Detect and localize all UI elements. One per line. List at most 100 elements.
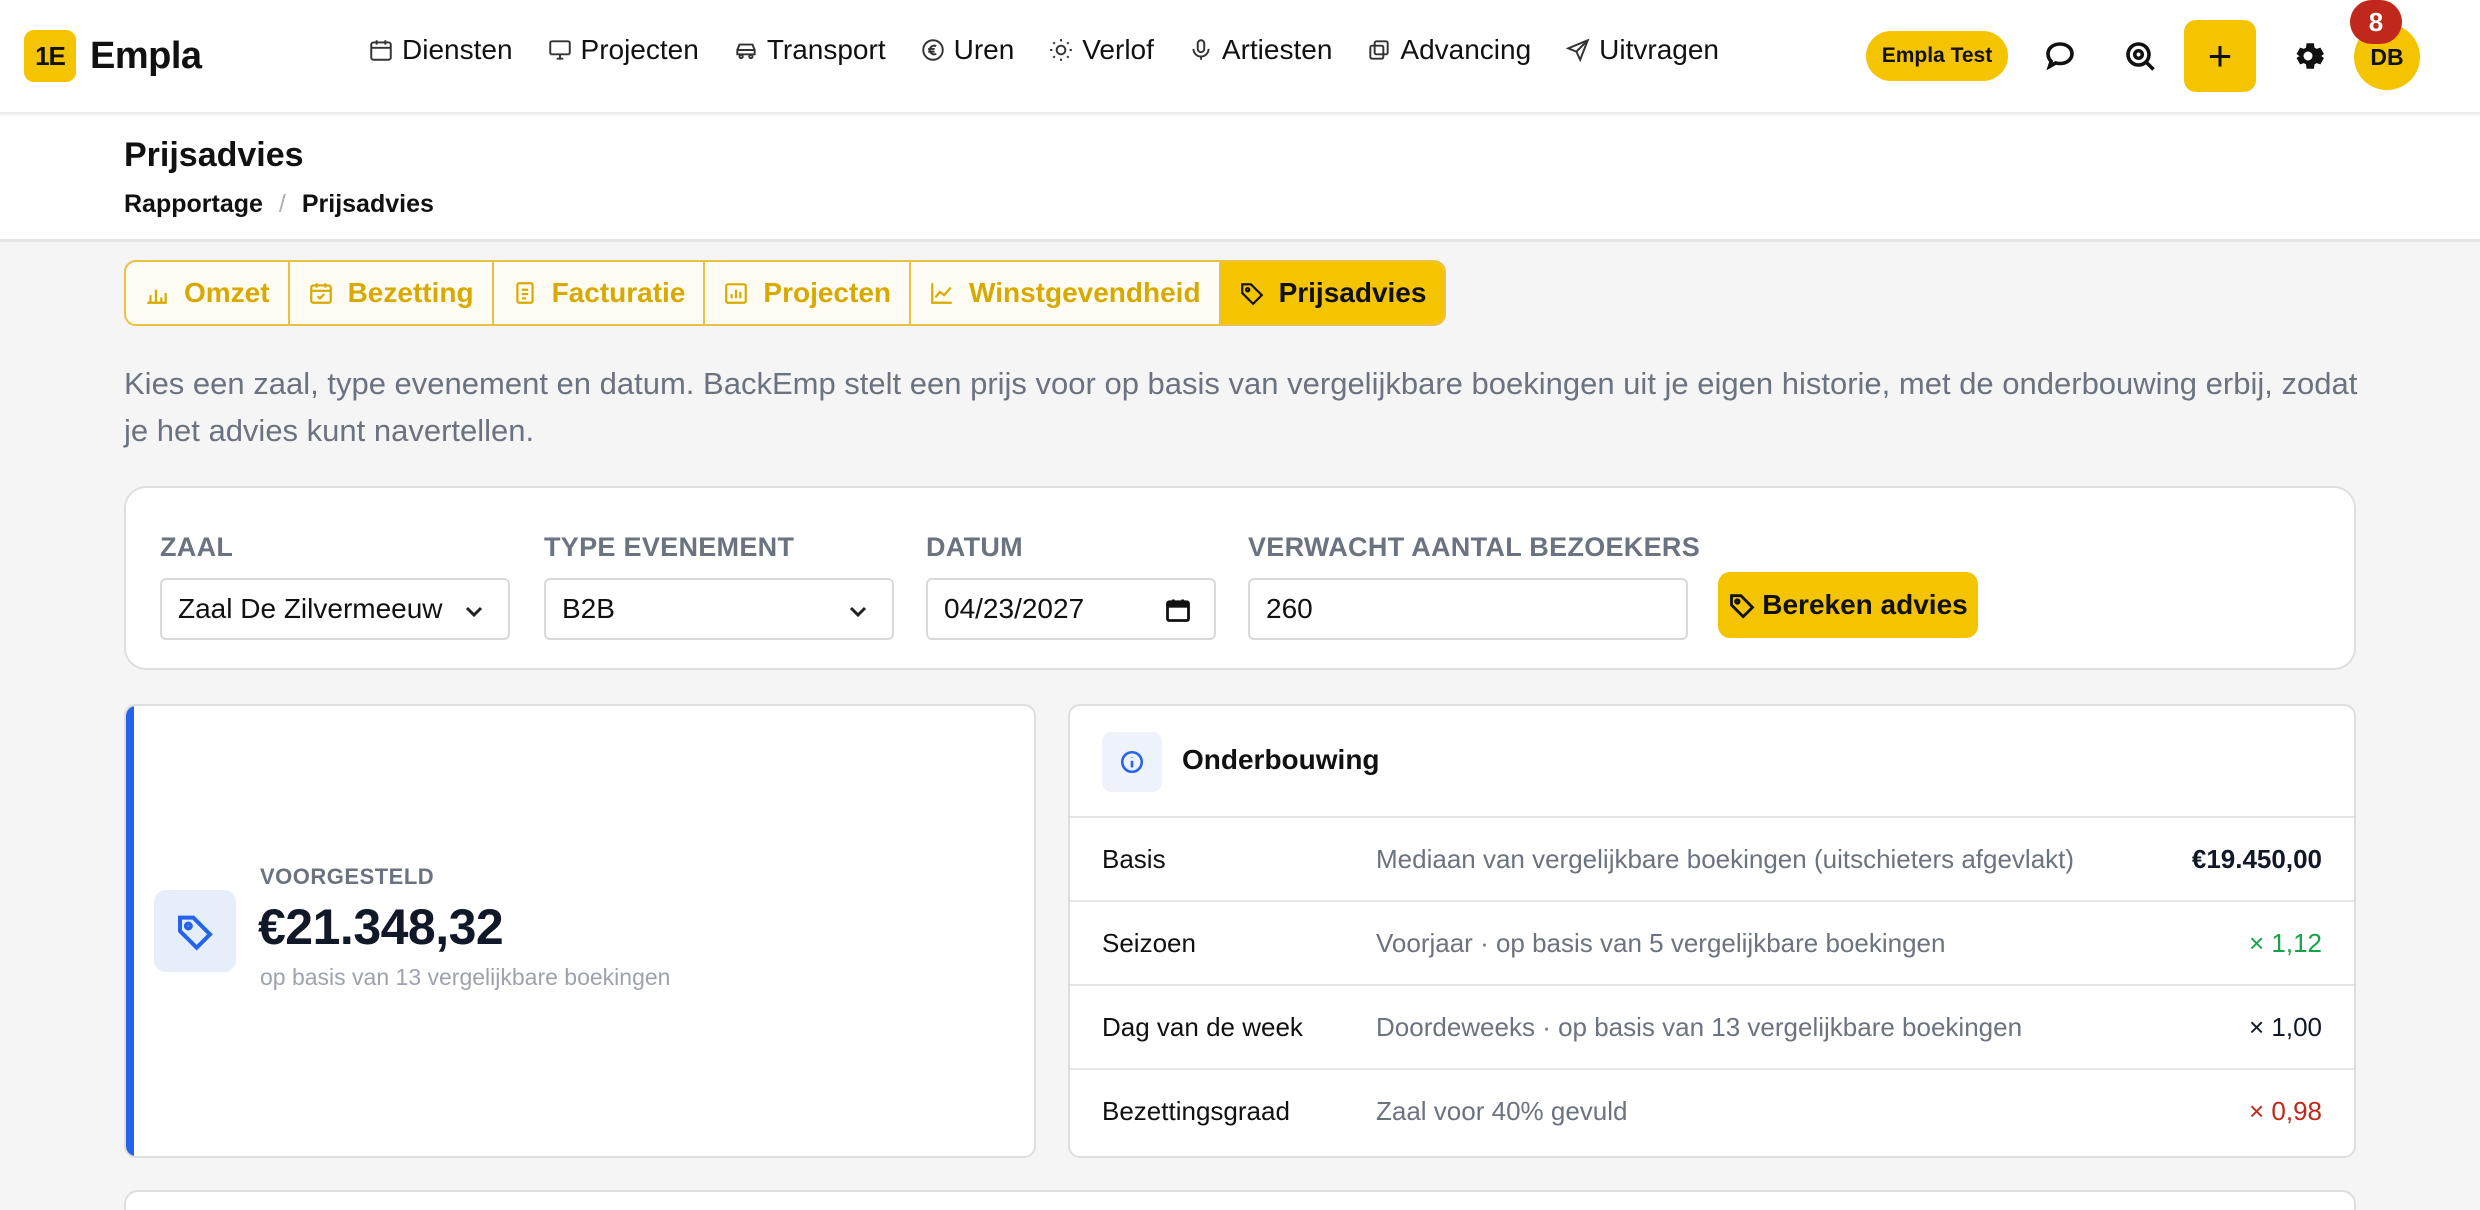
page-title: Prijsadvies: [124, 136, 304, 174]
report-tabs: Omzet Bezetting Facturatie Projecten Win…: [124, 260, 1447, 326]
type-evenement-value: B2B: [562, 593, 615, 624]
onderbouwing-card: Onderbouwing Basis Mediaan van vergelijk…: [1068, 704, 2356, 1158]
datum-value: 04/23/2027: [944, 593, 1085, 624]
nav-label: Uren: [953, 34, 1015, 65]
datum-input[interactable]: 04/23/2027: [926, 578, 1216, 640]
suggested-basis: op basis van 13 vergelijkbare boekingen: [260, 964, 671, 990]
notification-badge[interactable]: 8: [2350, 0, 2402, 44]
nav-item-projecten[interactable]: Projecten: [547, 34, 699, 66]
tab-winstgevendheid[interactable]: Winstgevendheid: [911, 262, 1221, 324]
top-navigation: 1E Empla Diensten Projecten Transport Ur…: [0, 0, 2480, 114]
page-header: Prijsadvies Rapportage / Prijsadvies: [0, 116, 2480, 242]
sun-icon: [1050, 39, 1073, 61]
document-icon: [515, 282, 534, 304]
chevron-down-icon: [846, 598, 870, 622]
breadcrumb-rapportage[interactable]: Rapportage: [124, 190, 263, 219]
nav-label: Projecten: [580, 34, 699, 65]
send-icon: [1565, 38, 1590, 63]
tab-label: Omzet: [184, 277, 270, 308]
table-row: Dag van de week Doordeweeks · op basis v…: [1070, 986, 2354, 1070]
row-value: × 1,00: [2248, 1012, 2322, 1042]
bezoekers-value: 260: [1266, 593, 1313, 624]
row-value: €19.450,00: [2191, 844, 2322, 874]
microphone-icon: [1192, 39, 1210, 60]
building-chart-icon: [725, 283, 748, 304]
breadcrumb-prijsadvies: Prijsadvies: [301, 190, 434, 218]
car-icon: [736, 43, 756, 60]
bereken-advies-label: Bereken advies: [1762, 589, 1968, 620]
zaal-select[interactable]: Zaal De Zilvermeeuw: [160, 578, 510, 640]
nav-item-advancing[interactable]: Advancing: [1366, 34, 1531, 66]
monitor-icon: [548, 40, 571, 60]
calendar-picker-icon[interactable]: [1164, 596, 1192, 624]
table-row: Bezettingsgraad Zaal voor 40% gevuld × 0…: [1070, 1070, 2354, 1154]
tab-omzet[interactable]: Omzet: [126, 262, 290, 324]
settings-button[interactable]: [2282, 30, 2334, 82]
main-nav: Diensten Projecten Transport Uren Verlof…: [368, 34, 1753, 66]
bar-chart-icon: [147, 289, 167, 304]
datum-label: DATUM: [926, 532, 1023, 562]
bezoekers-input[interactable]: 260: [1248, 578, 1688, 640]
row-description: Voorjaar · op basis van 5 vergelijkbare …: [1376, 928, 1946, 958]
price-advice-form: ZAAL Zaal De Zilvermeeuw TYPE EVENEMENT …: [124, 486, 2356, 670]
zaal-value: Zaal De Zilvermeeuw: [178, 593, 443, 624]
nav-label: Diensten: [402, 34, 513, 65]
suggested-label: VOORGESTELD: [260, 864, 435, 889]
nav-label: Uitvragen: [1599, 34, 1720, 65]
row-key: Basis: [1102, 844, 1166, 874]
logo-mark: 1E: [24, 30, 76, 82]
chat-bubble-icon: [2046, 42, 2074, 71]
nav-label: Verlof: [1082, 34, 1154, 65]
onderbouwing-title: Onderbouwing: [1182, 744, 1380, 775]
row-description: Doordeweeks · op basis van 13 vergelijkb…: [1376, 1012, 2023, 1042]
euro-icon: [921, 39, 944, 61]
search-icon: [2126, 42, 2155, 71]
copy-icon: [1369, 40, 1390, 60]
tab-label: Bezetting: [347, 277, 474, 308]
app-logo[interactable]: 1E Empla: [24, 30, 202, 82]
tab-label: Projecten: [763, 277, 892, 308]
add-button[interactable]: +: [2184, 20, 2256, 92]
next-section-card: [124, 1190, 2356, 1210]
row-key: Bezettingsgraad: [1102, 1096, 1290, 1126]
nav-label: Advancing: [1400, 34, 1532, 65]
logo-text: Empla: [90, 34, 202, 77]
nav-label: Artiesten: [1221, 34, 1333, 65]
chat-button[interactable]: [2034, 30, 2086, 82]
row-description: Zaal voor 40% gevuld: [1376, 1096, 1628, 1126]
suggested-price: €21.348,32: [258, 899, 504, 955]
tag-icon: [1240, 283, 1263, 306]
zaal-label: ZAAL: [160, 532, 234, 562]
line-chart-icon: [931, 283, 952, 304]
table-row: Seizoen Voorjaar · op basis van 5 vergel…: [1070, 902, 2354, 986]
bezoekers-label: VERWACHT AANTAL BEZOEKERS: [1248, 532, 1701, 562]
price-tag-badge: [154, 890, 236, 972]
calendar-check-icon: [309, 283, 332, 304]
environment-badge[interactable]: Empla Test: [1866, 31, 2008, 81]
info-icon: [1102, 732, 1162, 792]
nav-item-uren[interactable]: Uren: [920, 34, 1015, 66]
nav-label: Transport: [766, 34, 886, 65]
row-description: Mediaan van vergelijkbare boekingen (uit…: [1376, 844, 2075, 874]
suggested-price-card: VOORGESTELD €21.348,32 op basis van 13 v…: [124, 704, 1036, 1158]
nav-item-uitvragen[interactable]: Uitvragen: [1565, 34, 1719, 66]
tab-facturatie[interactable]: Facturatie: [494, 262, 706, 324]
tab-prijsadvies[interactable]: Prijsadvies: [1220, 262, 1445, 324]
tag-icon: [1730, 594, 1755, 619]
bereken-advies-button[interactable]: Bereken advies: [1718, 572, 1978, 638]
tab-label: Facturatie: [551, 277, 686, 308]
row-value: × 0,98: [2248, 1096, 2322, 1126]
tab-label: Winstgevendheid: [969, 277, 1201, 308]
search-button[interactable]: [2114, 30, 2166, 82]
row-key: Seizoen: [1102, 928, 1196, 958]
tab-bezetting[interactable]: Bezetting: [290, 262, 494, 324]
nav-item-transport[interactable]: Transport: [733, 34, 886, 66]
row-value: × 1,12: [2248, 928, 2322, 958]
nav-item-artiesten[interactable]: Artiesten: [1188, 34, 1333, 66]
type-evenement-select[interactable]: B2B: [544, 578, 894, 640]
type-evenement-label: TYPE EVENEMENT: [544, 532, 795, 562]
onderbouwing-header: Onderbouwing: [1070, 706, 2354, 818]
nav-item-verlof[interactable]: Verlof: [1048, 34, 1154, 66]
nav-item-diensten[interactable]: Diensten: [368, 34, 513, 66]
tab-projecten[interactable]: Projecten: [705, 262, 912, 324]
